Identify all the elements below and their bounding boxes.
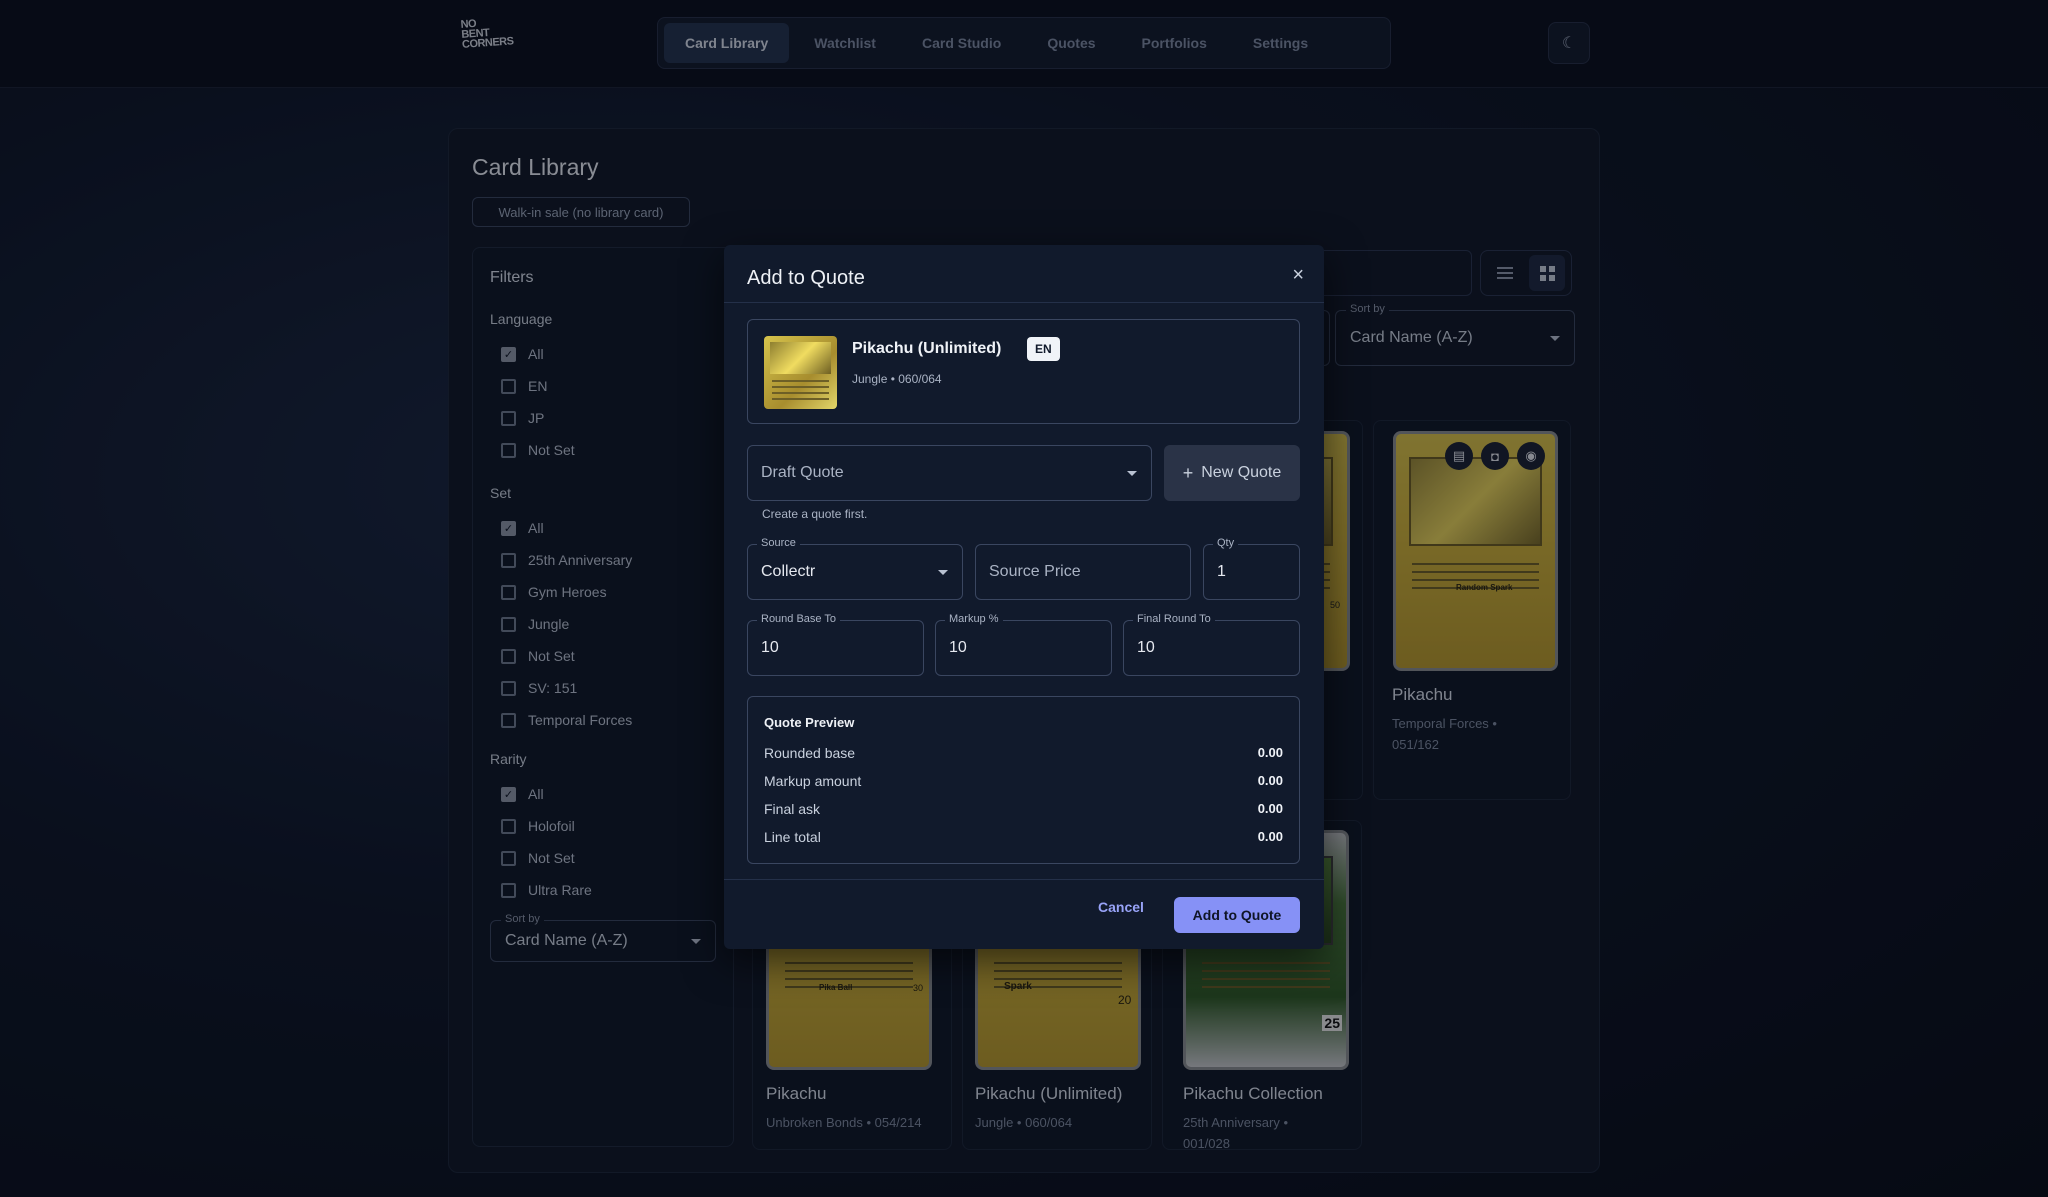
source-price-input[interactable]: Source Price (975, 544, 1191, 600)
preview-row: Rounded base 0.00 (764, 745, 1283, 761)
cancel-button[interactable]: Cancel (1098, 899, 1144, 915)
new-quote-label: New Quote (1201, 464, 1282, 481)
card-thumbnail (764, 336, 837, 409)
field-label: Markup % (945, 613, 1003, 625)
caret-down-icon (1127, 471, 1137, 476)
markup-input[interactable]: Markup % 10 (935, 613, 1112, 676)
qty-input[interactable]: Qty 1 (1203, 537, 1300, 600)
source-select[interactable]: Source Collectr (747, 537, 963, 600)
add-to-quote-dialog: Add to Quote × Pikachu (Unlimited) EN Ju… (724, 245, 1324, 949)
preview-row: Final ask 0.00 (764, 801, 1283, 817)
divider (724, 879, 1324, 880)
divider (724, 302, 1324, 303)
final-round-value: 10 (1137, 639, 1155, 656)
helper-text: Create a quote first. (762, 507, 868, 521)
final-round-input[interactable]: Final Round To 10 (1123, 613, 1300, 676)
quote-select-value: Draft Quote (761, 464, 844, 481)
caret-down-icon (938, 570, 948, 575)
markup-value: 10 (949, 639, 967, 656)
preview-row: Line total 0.00 (764, 829, 1283, 845)
quote-select[interactable]: Draft Quote (747, 445, 1152, 501)
field-label: Round Base To (757, 613, 841, 625)
preview-title: Quote Preview (764, 715, 855, 730)
add-to-quote-button[interactable]: Add to Quote (1174, 897, 1300, 933)
new-quote-button[interactable]: + New Quote (1164, 445, 1300, 501)
dialog-title: Add to Quote (747, 267, 865, 289)
round-base-input[interactable]: Round Base To 10 (747, 613, 924, 676)
source-price-placeholder: Source Price (989, 563, 1081, 580)
close-icon[interactable]: × (1292, 264, 1304, 287)
card-meta: Jungle • 060/064 (852, 372, 942, 386)
card-name: Pikachu (Unlimited) (852, 340, 1002, 357)
source-value: Collectr (761, 563, 816, 580)
preview-row: Markup amount 0.00 (764, 773, 1283, 789)
qty-value: 1 (1217, 563, 1226, 580)
round-base-value: 10 (761, 639, 779, 656)
plus-icon: + (1182, 462, 1194, 483)
selected-card-summary: Pikachu (Unlimited) EN Jungle • 060/064 (747, 319, 1300, 424)
field-label: Qty (1213, 537, 1239, 549)
language-badge: EN (1027, 337, 1060, 361)
field-label: Final Round To (1133, 613, 1215, 625)
field-label: Source (757, 537, 800, 549)
quote-preview: Quote Preview Rounded base 0.00 Markup am… (747, 696, 1300, 864)
